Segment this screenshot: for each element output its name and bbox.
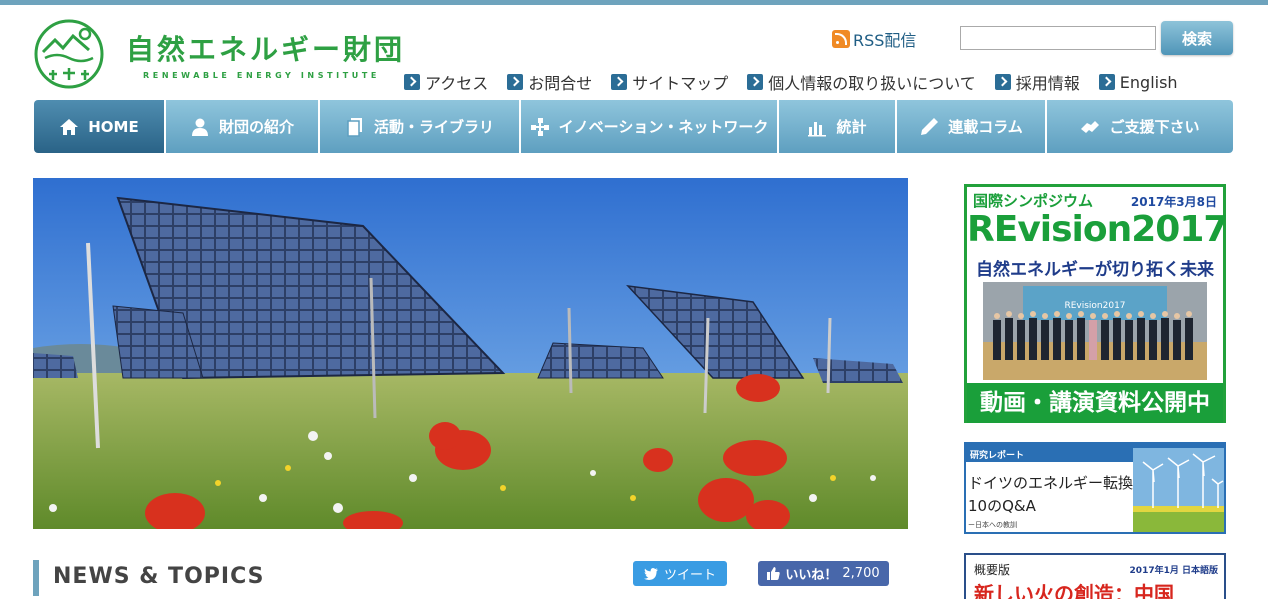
main-nav: HOME 財団の紹介 活動・ライブラリ イノベーション・ネットワーク 統計 連載… — [34, 100, 1233, 153]
thumbs-up-icon — [767, 567, 781, 580]
news-heading: NEWS & TOPICS — [53, 564, 265, 589]
tweet-button[interactable]: ツイート — [633, 561, 727, 586]
china-report-banner[interactable]: 概要版 2017年1月 日本語版 新しい火の創造：中国 — [964, 553, 1226, 599]
util-link-english[interactable]: English — [1098, 70, 1178, 94]
summary-date: 2017年1月 日本語版 — [1129, 566, 1218, 576]
symposium-date: 2017年3月8日 — [1130, 195, 1217, 209]
facebook-like-button[interactable]: いいね！ 2,700 — [758, 561, 889, 586]
documents-icon — [347, 117, 362, 137]
solar-panel-photo — [33, 178, 908, 529]
nav-item-column[interactable]: 連載コラム — [897, 100, 1047, 153]
util-link-label: 採用情報 — [1015, 74, 1080, 93]
handshake-icon — [1081, 120, 1100, 133]
nav-label: イノベーション・ネットワーク — [558, 118, 769, 136]
network-icon — [530, 117, 549, 136]
hero-image-solar-field[interactable] — [33, 178, 908, 529]
util-link-sitemap[interactable]: サイトマップ — [611, 70, 728, 94]
util-link-access[interactable]: アクセス — [404, 70, 488, 94]
site-logo[interactable]: 自然エネルギー財団 RENEWABLE ENERGY INSTITUTE — [33, 18, 402, 90]
rss-icon — [832, 30, 850, 48]
symposium-screen-text: REvision2017 — [1064, 301, 1125, 311]
home-icon — [60, 118, 79, 135]
bar-chart-icon — [808, 121, 827, 136]
nav-label: 活動・ライブラリ — [373, 118, 494, 136]
nav-item-innovation-network[interactable]: イノベーション・ネットワーク — [521, 100, 779, 153]
util-link-label: お問合せ — [528, 74, 593, 93]
report-title-line2: 10のQ&A — [968, 497, 1036, 515]
nav-label: 統計 — [836, 118, 867, 136]
arrow-right-icon — [994, 74, 1011, 90]
util-link-contact[interactable]: お問合せ — [507, 70, 592, 94]
report-title-line1: ドイツのエネルギー転換 — [968, 474, 1134, 492]
logo-subtitle: RENEWABLE ENERGY INSTITUTE — [143, 71, 380, 80]
nav-item-statistics[interactable]: 統計 — [779, 100, 897, 153]
nav-item-home[interactable]: HOME — [34, 100, 166, 153]
symposium-group-photo: REvision2017 — [983, 282, 1207, 380]
search-input[interactable] — [960, 26, 1156, 50]
top-accent-bar — [0, 0, 1268, 5]
util-link-label: English — [1119, 72, 1178, 92]
search-button[interactable]: 検索 — [1161, 21, 1233, 55]
arrow-right-icon — [507, 74, 524, 90]
arrow-right-icon — [1098, 74, 1115, 90]
like-count: 2,700 — [842, 566, 880, 581]
nav-label: 財団の紹介 — [218, 118, 294, 136]
util-link-label: アクセス — [425, 74, 489, 93]
symposium-banner[interactable]: 国際シンポジウム 2017年3月8日 REvision2017 自然エネルギーが… — [964, 184, 1228, 423]
arrow-right-icon — [611, 74, 628, 90]
news-heading-bar — [33, 560, 39, 596]
germany-report-banner[interactable]: 研究レポート ドイツのエネルギー転換 10のQ&A ー日本への教訓 — [964, 442, 1226, 534]
nav-item-about[interactable]: 財団の紹介 — [166, 100, 320, 153]
util-link-label: サイトマップ — [632, 74, 729, 93]
like-label: いいね！ — [785, 568, 838, 583]
nav-label: 連載コラム — [948, 118, 1023, 136]
nav-label: HOME — [88, 117, 139, 136]
arrow-right-icon — [404, 74, 420, 90]
logo-title: 自然エネルギー財団 — [126, 33, 406, 66]
symposium-subtitle: 自然エネルギーが切り拓く未来 — [976, 260, 1214, 280]
symposium-title: REvision2017 — [967, 209, 1228, 250]
nav-item-activities[interactable]: 活動・ライブラリ — [320, 100, 521, 153]
nav-item-support[interactable]: ご支援下さい — [1047, 100, 1233, 153]
logo-emblem-icon — [34, 19, 104, 89]
util-link-label: 個人情報の取り扱いについて — [768, 74, 976, 93]
rss-label: RSS配信 — [853, 31, 917, 50]
rss-link[interactable]: RSS配信 — [832, 27, 916, 51]
util-link-privacy[interactable]: 個人情報の取り扱いについて — [747, 70, 976, 94]
twitter-bird-icon — [643, 567, 658, 580]
nav-label: ご支援下さい — [1109, 118, 1200, 136]
pen-icon — [921, 117, 939, 135]
person-icon — [191, 118, 208, 136]
tweet-label: ツイート — [663, 568, 716, 583]
symposium-cta: 動画・講演資料公開中 — [967, 383, 1223, 423]
wind-turbine-image — [1133, 448, 1224, 532]
utility-links: アクセス お問合せ サイトマップ 個人情報の取り扱いについて 採用情報 Engl… — [404, 70, 1178, 94]
util-link-careers[interactable]: 採用情報 — [994, 70, 1080, 94]
summary-title: 新しい火の創造：中国 — [974, 582, 1174, 599]
symposium-label: 国際シンポジウム — [973, 192, 1094, 210]
report-footer: ー日本への教訓 — [968, 521, 1017, 529]
summary-label: 概要版 — [974, 563, 1011, 577]
arrow-right-icon — [747, 74, 764, 90]
